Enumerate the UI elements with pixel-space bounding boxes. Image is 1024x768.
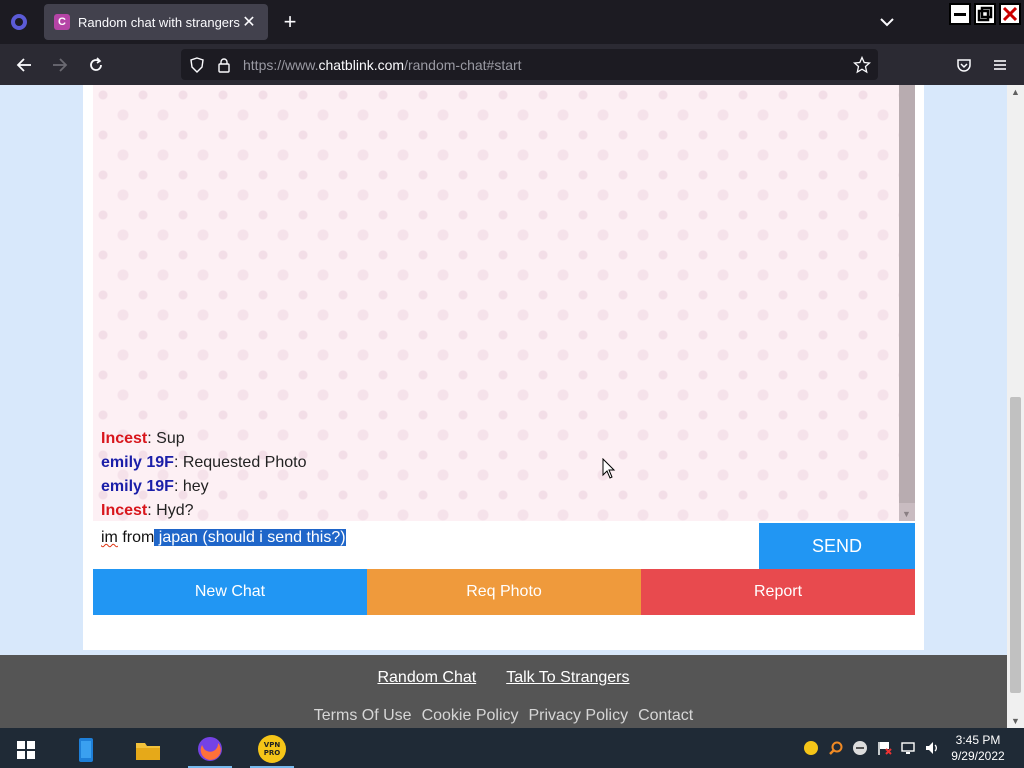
new-tab-icon[interactable]: + bbox=[280, 11, 300, 33]
bookmark-star-icon[interactable] bbox=[853, 56, 871, 74]
url-path: /random-chat#start bbox=[404, 57, 522, 73]
clock-time: 3:45 PM bbox=[955, 733, 1001, 747]
message-input[interactable]: im from japan (should i send this?) bbox=[93, 521, 759, 569]
address-bar[interactable]: https://www.chatblink.com/random-chat#st… bbox=[181, 49, 878, 80]
system-clock[interactable]: 3:45 PM 9/29/2022 bbox=[944, 732, 1012, 764]
search-tray-icon[interactable] bbox=[828, 740, 844, 756]
chat-log[interactable]: Incest: Sup emily 19F: Requested Photo e… bbox=[93, 85, 915, 521]
mouse-cursor-icon bbox=[602, 457, 616, 485]
volume-tray-icon[interactable] bbox=[924, 740, 940, 756]
input-plain-text: from bbox=[117, 529, 155, 546]
file-explorer-icon[interactable] bbox=[126, 732, 170, 768]
footer-link-talk-to-strangers[interactable]: Talk To Strangers bbox=[506, 669, 629, 686]
footer-link-privacy[interactable]: Privacy Policy bbox=[529, 707, 629, 724]
vpn-tray-icon[interactable] bbox=[803, 740, 819, 756]
req-photo-button[interactable]: Req Photo bbox=[367, 569, 641, 615]
input-selected-text: japan (should i send this?) bbox=[154, 529, 346, 546]
minus-circle-tray-icon[interactable] bbox=[852, 740, 868, 756]
footer-link-random-chat[interactable]: Random Chat bbox=[377, 669, 476, 686]
restore-window-icon[interactable] bbox=[974, 3, 996, 25]
chat-message: emily 19F: Requested Photo bbox=[101, 451, 881, 475]
chat-scroll-thumb[interactable] bbox=[899, 85, 915, 503]
footer-link-cookie[interactable]: Cookie Policy bbox=[422, 707, 519, 724]
message-text: : Requested Photo bbox=[173, 454, 307, 471]
windows-taskbar: VPN PRO 3:45 PM 9/29/2022 bbox=[0, 728, 1024, 768]
footer-link-contact[interactable]: Contact bbox=[638, 707, 693, 724]
misspelled-word: im bbox=[101, 529, 118, 546]
vpn-label-line2: PRO bbox=[264, 749, 281, 757]
vpn-label-line1: VPN bbox=[264, 741, 281, 749]
scroll-down-arrow-icon[interactable]: ▼ bbox=[902, 509, 911, 519]
message-nick: Incest bbox=[101, 430, 148, 447]
windows-start-icon[interactable] bbox=[4, 732, 48, 768]
page-scrollbar[interactable]: ▲ ▼ bbox=[1007, 85, 1024, 728]
minimize-window-icon[interactable] bbox=[949, 3, 971, 25]
scroll-up-arrow-icon[interactable]: ▲ bbox=[1011, 87, 1020, 97]
navigation-bar: https://www.chatblink.com/random-chat#st… bbox=[0, 44, 1024, 85]
url-prefix: https://www. bbox=[243, 57, 319, 73]
footer-sub-links: Terms Of Use Cookie Policy Privacy Policy C… bbox=[0, 707, 1007, 725]
close-window-icon[interactable] bbox=[999, 3, 1021, 25]
footer-link-terms[interactable]: Terms Of Use bbox=[314, 707, 412, 724]
menu-hamburger-icon[interactable] bbox=[989, 54, 1011, 76]
clock-date: 9/29/2022 bbox=[951, 749, 1005, 763]
message-text: : Sup bbox=[147, 430, 185, 447]
lock-icon[interactable] bbox=[215, 56, 233, 74]
new-chat-button[interactable]: New Chat bbox=[93, 569, 367, 615]
reload-icon[interactable] bbox=[85, 54, 107, 76]
message-list: Incest: Sup emily 19F: Requested Photo e… bbox=[101, 427, 881, 523]
message-text: : hey bbox=[173, 478, 209, 495]
chat-message: Incest: Sup bbox=[101, 427, 881, 451]
footer-main-links: Random Chat Talk To Strangers bbox=[0, 669, 1007, 687]
page-scroll-thumb[interactable] bbox=[1010, 397, 1021, 693]
chat-scrollbar[interactable]: ▼ bbox=[899, 85, 915, 521]
report-button[interactable]: Report bbox=[641, 569, 915, 615]
chat-message: Incest: Hyd? bbox=[101, 499, 881, 523]
pocket-icon[interactable] bbox=[953, 54, 975, 76]
page-viewport: Incest: Sup emily 19F: Requested Photo e… bbox=[0, 85, 1007, 728]
close-tab-icon[interactable]: ✕ bbox=[240, 12, 258, 32]
tab-title: Random chat with strangers bbox=[78, 14, 240, 30]
url-host: chatblink.com bbox=[318, 57, 405, 73]
forward-icon bbox=[49, 54, 71, 76]
message-nick: Incest bbox=[101, 502, 148, 519]
chat-message: emily 19F: hey bbox=[101, 475, 881, 499]
action-buttons: New Chat Req Photo Report bbox=[93, 569, 915, 615]
send-button[interactable]: SEND bbox=[759, 523, 915, 569]
scroll-down-arrow-icon[interactable]: ▼ bbox=[1011, 716, 1020, 726]
phone-app-icon[interactable] bbox=[64, 732, 108, 768]
chat-card: Incest: Sup emily 19F: Requested Photo e… bbox=[83, 85, 924, 650]
network-tray-icon[interactable] bbox=[900, 740, 916, 756]
vpn-pro-icon[interactable]: VPN PRO bbox=[250, 732, 294, 768]
firefox-view-icon[interactable] bbox=[8, 11, 30, 33]
chatblink-favicon-icon: C bbox=[54, 14, 70, 30]
page-footer: Random Chat Talk To Strangers Terms Of Us… bbox=[0, 655, 1007, 728]
message-text: : Hyd? bbox=[147, 502, 194, 519]
flag-tray-icon[interactable] bbox=[876, 740, 892, 756]
back-icon[interactable] bbox=[13, 54, 35, 76]
message-compose-row: im from japan (should i send this?) SEND bbox=[93, 521, 915, 569]
browser-tab[interactable]: C Random chat with strangers ✕ bbox=[44, 4, 268, 40]
message-nick: emily 19F bbox=[101, 454, 174, 471]
tab-bar: C Random chat with strangers ✕ + bbox=[0, 0, 1024, 44]
tracking-shield-icon[interactable] bbox=[188, 56, 206, 74]
url-text[interactable]: https://www.chatblink.com/random-chat#st… bbox=[243, 57, 522, 73]
chevron-down-icon[interactable] bbox=[878, 14, 896, 30]
message-nick: emily 19F bbox=[101, 478, 174, 495]
firefox-taskbar-icon[interactable] bbox=[188, 732, 232, 768]
